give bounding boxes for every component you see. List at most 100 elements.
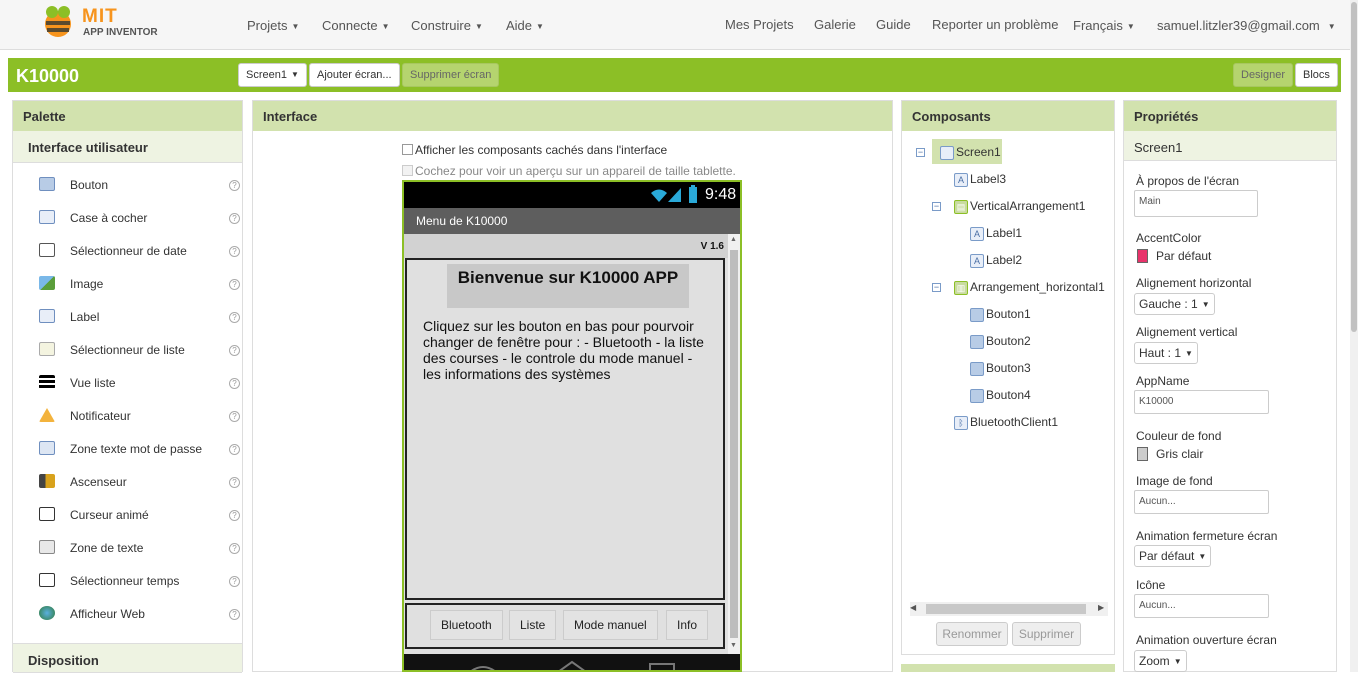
icon-input[interactable]: Aucun... — [1134, 594, 1269, 618]
help-icon[interactable]: ? — [229, 378, 240, 389]
vertical-arrangement-preview[interactable]: Bienvenue sur K10000 APP Cliquez sur les… — [405, 258, 725, 600]
component-tree-item[interactable]: ▥ Arrangement_horizontal1 — [954, 280, 1105, 295]
palette-item-list-picker[interactable]: Sélectionneur de liste? — [27, 333, 241, 366]
component-tree-item[interactable]: Bouton1 — [970, 307, 1031, 322]
tablet-preview-checkbox[interactable] — [402, 165, 413, 176]
info-button[interactable]: Info — [666, 610, 709, 640]
background-image-input[interactable]: Aucun... — [1134, 490, 1269, 514]
component-tree-item[interactable]: A Label3 — [954, 172, 1006, 187]
scroll-up-icon[interactable]: ▲ — [730, 236, 737, 243]
manual-mode-button[interactable]: Mode manuel — [563, 610, 658, 640]
menu-connecte[interactable]: Connecte ▼ — [322, 18, 390, 33]
vertical-align-label: Alignement vertical — [1136, 325, 1238, 339]
palette-item-slider[interactable]: Ascenseur? — [27, 465, 241, 498]
palette-item-checkbox[interactable]: Case à cocher? — [27, 201, 241, 234]
accent-color-value[interactable]: Par défaut — [1156, 249, 1211, 263]
menu-projets[interactable]: Projets ▼ — [247, 18, 299, 33]
palette-section-layout[interactable]: Disposition — [13, 643, 242, 673]
palette-item-warning[interactable]: Notificateur? — [27, 399, 241, 432]
link-report-problem[interactable]: Reporter un problème — [932, 17, 1058, 32]
description-label[interactable]: Cliquez sur les bouton en bas pour pourv… — [423, 318, 713, 382]
help-icon[interactable]: ? — [229, 411, 240, 422]
screen-select[interactable]: Screen1 ▼ — [238, 63, 307, 87]
palette-item-password[interactable]: Zone texte mot de passe? — [27, 432, 241, 465]
component-tree-item[interactable]: Bouton2 — [970, 334, 1031, 349]
close-animation-select[interactable]: Par défaut ▼ — [1134, 545, 1212, 567]
battery-icon — [689, 185, 697, 203]
accent-color-swatch[interactable] — [1137, 249, 1148, 263]
help-icon[interactable]: ? — [229, 444, 240, 455]
palette-item-textbox[interactable]: Zone de texte? — [27, 531, 241, 564]
component-tree-item[interactable]: ᛒ BluetoothClient1 — [954, 415, 1058, 430]
background-color-swatch[interactable] — [1137, 447, 1148, 461]
palette-item-label[interactable]: Label? — [27, 300, 241, 333]
help-icon[interactable]: ? — [229, 180, 240, 191]
component-tree-item[interactable]: Bouton4 — [970, 388, 1031, 403]
component-tree-item[interactable]: ▤ VerticalArrangement1 — [954, 199, 1085, 214]
component-tree-item[interactable]: A Label1 — [970, 226, 1022, 241]
phone-scroll-thumb[interactable] — [730, 250, 738, 638]
help-icon[interactable]: ? — [229, 510, 240, 521]
palette-item-time-picker[interactable]: Sélectionneur temps? — [27, 564, 241, 597]
tablet-preview-option[interactable]: Cochez pour voir un aperçu sur un appare… — [402, 164, 736, 178]
help-icon[interactable]: ? — [229, 576, 240, 587]
help-icon[interactable]: ? — [229, 213, 240, 224]
background-image-label: Image de fond — [1136, 474, 1213, 488]
link-guide[interactable]: Guide — [876, 17, 911, 32]
scroll-left-icon[interactable]: ◀ — [910, 603, 916, 612]
language-menu[interactable]: Français ▼ — [1073, 18, 1135, 33]
label3-preview[interactable]: V 1.6 — [404, 234, 728, 258]
help-icon[interactable]: ? — [229, 312, 240, 323]
palette-section-user-interface[interactable]: Interface utilisateur — [13, 131, 242, 163]
phone-preview: 9:48 Menu de K10000 V 1.6 Bienvenue sur … — [402, 180, 742, 672]
link-galerie[interactable]: Galerie — [814, 17, 856, 32]
palette-item-button[interactable]: Bouton? — [27, 168, 241, 201]
bluetooth-button[interactable]: Bluetooth — [430, 610, 503, 640]
collapse-icon[interactable]: − — [932, 283, 941, 292]
palette-item-spinner[interactable]: Curseur animé? — [27, 498, 241, 531]
designer-button[interactable]: Designer — [1233, 63, 1294, 87]
rename-button[interactable]: Renommer — [936, 622, 1008, 646]
palette-item-image[interactable]: Image? — [27, 267, 241, 300]
app-inventor-logo[interactable]: MIT APP INVENTOR — [34, 2, 164, 42]
menu-construire[interactable]: Construire ▼ — [411, 18, 483, 33]
remove-screen-button[interactable]: Supprimer écran — [402, 63, 500, 87]
help-icon[interactable]: ? — [229, 609, 240, 620]
help-icon[interactable]: ? — [229, 345, 240, 356]
open-animation-select[interactable]: Zoom ▼ — [1134, 650, 1187, 672]
help-icon[interactable]: ? — [229, 477, 240, 488]
delete-button[interactable]: Supprimer — [1012, 622, 1081, 646]
page-scrollbar[interactable] — [1350, 0, 1358, 672]
scroll-down-icon[interactable]: ▼ — [730, 642, 737, 649]
horizontal-align-select[interactable]: Gauche : 1 ▼ — [1134, 293, 1215, 315]
help-icon[interactable]: ? — [229, 279, 240, 290]
blocks-button[interactable]: Blocs — [1295, 63, 1338, 87]
collapse-icon[interactable]: − — [916, 148, 925, 157]
help-icon[interactable]: ? — [229, 543, 240, 554]
help-icon[interactable]: ? — [229, 246, 240, 257]
add-screen-button[interactable]: Ajouter écran... — [309, 63, 400, 87]
list-button[interactable]: Liste — [509, 610, 557, 640]
components-hscrollbar[interactable]: ◀ ▶ — [910, 602, 1108, 616]
component-tree-item[interactable]: A Label2 — [970, 253, 1022, 268]
hscroll-thumb[interactable] — [926, 604, 1086, 614]
phone-scrollbar[interactable]: ▲ ▼ — [728, 234, 740, 654]
link-mes-projets[interactable]: Mes Projets — [725, 17, 794, 32]
show-hidden-option[interactable]: Afficher les composants cachés dans l'in… — [402, 143, 667, 157]
show-hidden-checkbox[interactable] — [402, 144, 413, 155]
appname-input[interactable]: K10000 — [1134, 390, 1269, 414]
scroll-right-icon[interactable]: ▶ — [1098, 603, 1104, 612]
background-color-value[interactable]: Gris clair — [1156, 447, 1203, 461]
component-tree-item[interactable]: Bouton3 — [970, 361, 1031, 376]
menu-aide[interactable]: Aide ▼ — [506, 18, 544, 33]
palette-item-calendar[interactable]: Sélectionneur de date? — [27, 234, 241, 267]
vertical-align-select[interactable]: Haut : 1 ▼ — [1134, 342, 1198, 364]
about-screen-textarea[interactable]: Main — [1134, 190, 1258, 217]
welcome-label[interactable]: Bienvenue sur K10000 APP — [447, 264, 689, 308]
page-scroll-thumb[interactable] — [1351, 2, 1357, 332]
palette-item-list-view[interactable]: Vue liste? — [27, 366, 241, 399]
palette-item-web-viewer[interactable]: Afficheur Web? — [27, 597, 241, 630]
component-tree-item[interactable]: Screen1 — [940, 145, 1001, 160]
collapse-icon[interactable]: − — [932, 202, 941, 211]
user-menu[interactable]: samuel.litzler39@gmail.com ▼ — [1157, 18, 1336, 33]
